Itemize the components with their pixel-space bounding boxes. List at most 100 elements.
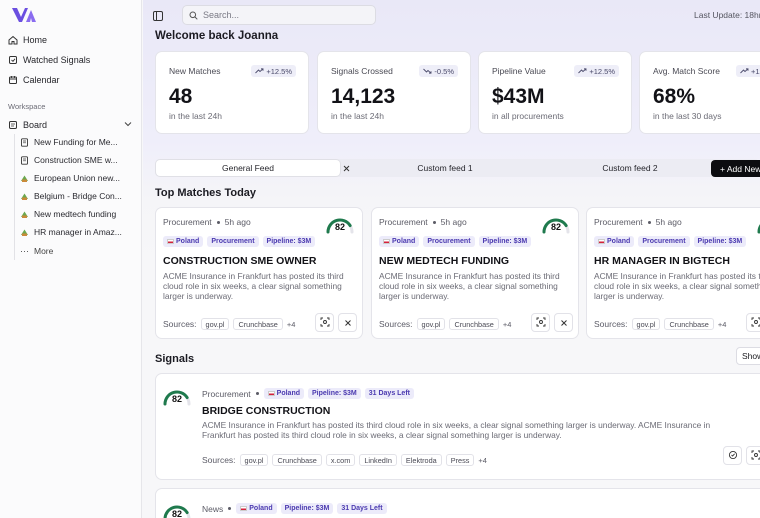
scan-button[interactable] [315,313,334,332]
trend-value: -0.5% [434,66,454,76]
document-icon [20,155,29,165]
trend-badge: +12.5% [736,65,760,77]
sidebar: Home Watched Signals Calendar Workspace … [0,0,142,518]
tag-pill: 31 Days Left [337,503,387,514]
source-chip[interactable]: x.com [325,454,356,466]
signal-card[interactable]: 82 News Poland Pipeline: $3M 31 Days Lef… [155,488,760,518]
board-item[interactable]: HR manager in Amaz... [20,224,138,240]
source-chip[interactable]: LinkedIn [359,454,397,466]
score-value: 82 [171,509,182,518]
sources-label: Sources: [594,319,628,329]
tag-label: Procurement [642,238,686,245]
score-value: 82 [171,394,182,404]
tag-pill: Procurement [207,236,259,247]
close-icon[interactable] [341,163,351,173]
scan-button[interactable] [531,313,550,332]
dismiss-button[interactable] [338,313,357,332]
more-sources[interactable]: +4 [718,320,727,329]
home-icon [8,35,18,45]
sidebar-toggle-icon[interactable] [152,9,164,21]
signal-card[interactable]: 82 Procurement Poland Pipeline: $3M 31 D… [155,373,760,480]
app-logo-icon[interactable] [12,8,36,22]
source-chip[interactable]: Elektroda [400,454,442,466]
stat-value: 48 [169,85,193,108]
trend-badge: -0.5% [419,65,458,77]
source-chip[interactable]: Crunchbase [272,454,322,466]
source-chip[interactable]: gov.pl [239,454,269,466]
tag-label: Poland [176,238,200,245]
watch-icon [728,447,738,465]
tab-custom-feed-1[interactable]: Custom feed 1 [353,160,537,176]
page-title: Welcome back Joanna [155,30,279,42]
source-chip[interactable]: Press [445,454,475,466]
scan-button[interactable] [746,446,760,465]
source-chip[interactable]: Crunchbase [233,318,283,330]
board-item-label: Belgium - Bridge Con... [34,191,122,201]
sidebar-item-home[interactable]: Home [8,31,136,49]
match-card[interactable]: Procurement 5h ago 82 Poland Procurement … [155,207,363,339]
stat-value: 14,123 [331,85,396,108]
board-item[interactable]: New Funding for Me... [20,134,138,150]
source-chip[interactable]: gov.pl [631,318,661,330]
sidebar-item-calendar[interactable]: Calendar [8,71,136,89]
tag-pill: Pipeline: $3M [478,236,532,247]
score-value: 82 [756,222,760,232]
board-item[interactable]: Belgium - Bridge Con... [20,188,138,204]
search-icon [189,11,198,20]
board-item[interactable]: European Union new... [20,170,138,186]
watch-button[interactable] [723,446,742,465]
dismiss-button[interactable] [554,313,573,332]
more-sources[interactable]: +4 [503,320,512,329]
stat-sub: in all procurements [492,111,564,121]
sidebar-item-watched-signals[interactable]: Watched Signals [8,51,136,69]
main-content: Search... Last Update: 18hr Welcome back… [143,0,760,518]
match-card[interactable]: Procurement 5h ago 82 Poland Procurement … [371,207,579,339]
source-chip[interactable]: Crunchbase [449,318,499,330]
sidebar-more[interactable]: ··· More [20,243,138,259]
board-item[interactable]: New medtech funding [20,206,138,222]
show-button[interactable]: Show [736,347,760,365]
scan-button[interactable] [746,313,760,332]
scan-icon [536,314,546,332]
stat-sub: in the last 24h [169,111,222,121]
sources-label: Sources: [163,319,197,329]
sidebar-item-board[interactable]: Board [8,116,136,134]
stat-label: Signals Crossed [331,66,393,76]
tag-pill: Poland [163,236,204,247]
source-chip[interactable]: gov.pl [416,318,446,330]
tag-pill: Poland [236,503,277,514]
match-card[interactable]: Procurement 5h ago 82 Poland Procurement … [586,207,760,339]
tag-pill: Procurement [638,236,690,247]
signal-title: BRIDGE CONSTRUCTION [202,405,331,417]
board-item[interactable]: Construction SME w... [20,152,138,168]
chevron-down-icon[interactable] [124,121,132,127]
match-title: NEW MEDTECH FUNDING [379,255,510,267]
signal-type: News [202,503,224,514]
search-input[interactable]: Search... [182,5,376,25]
source-chip[interactable]: gov.pl [200,318,230,330]
score-gauge: 82 [162,387,192,407]
more-sources[interactable]: +4 [287,320,296,329]
separator-dot [255,392,259,395]
board-item-label: New Funding for Me... [34,137,118,147]
source-chip[interactable]: Crunchbase [664,318,714,330]
tag-list: Poland Procurement Pipeline: $3M [163,236,316,247]
tab-general-feed[interactable]: General Feed [156,160,340,176]
more-sources[interactable]: +4 [478,456,487,465]
stat-card: New Matches +12.5% 48 in the last 24h [155,51,309,134]
stat-label: Avg. Match Score [653,66,720,76]
match-time: 5h ago [440,217,467,227]
trend-up-icon [255,67,264,76]
signal-meta: News Poland Pipeline: $3M 31 Days Left [202,503,387,514]
tree-line [14,134,15,260]
tab-custom-feed-2[interactable]: Custom feed 2 [538,160,722,176]
trend-badge: +12.5% [251,65,296,77]
score-gauge: 82 [756,215,760,235]
match-meta: Procurement 5h ago [163,217,251,227]
tag-list: Poland Procurement Pipeline: $3M [594,236,747,247]
board-item-label: Construction SME w... [34,155,118,165]
sidebar-item-label: Home [23,35,48,45]
poland-flag-icon [598,239,605,244]
add-new-button[interactable]: + Add New [711,160,760,177]
trend-value: +12.5% [589,66,615,76]
